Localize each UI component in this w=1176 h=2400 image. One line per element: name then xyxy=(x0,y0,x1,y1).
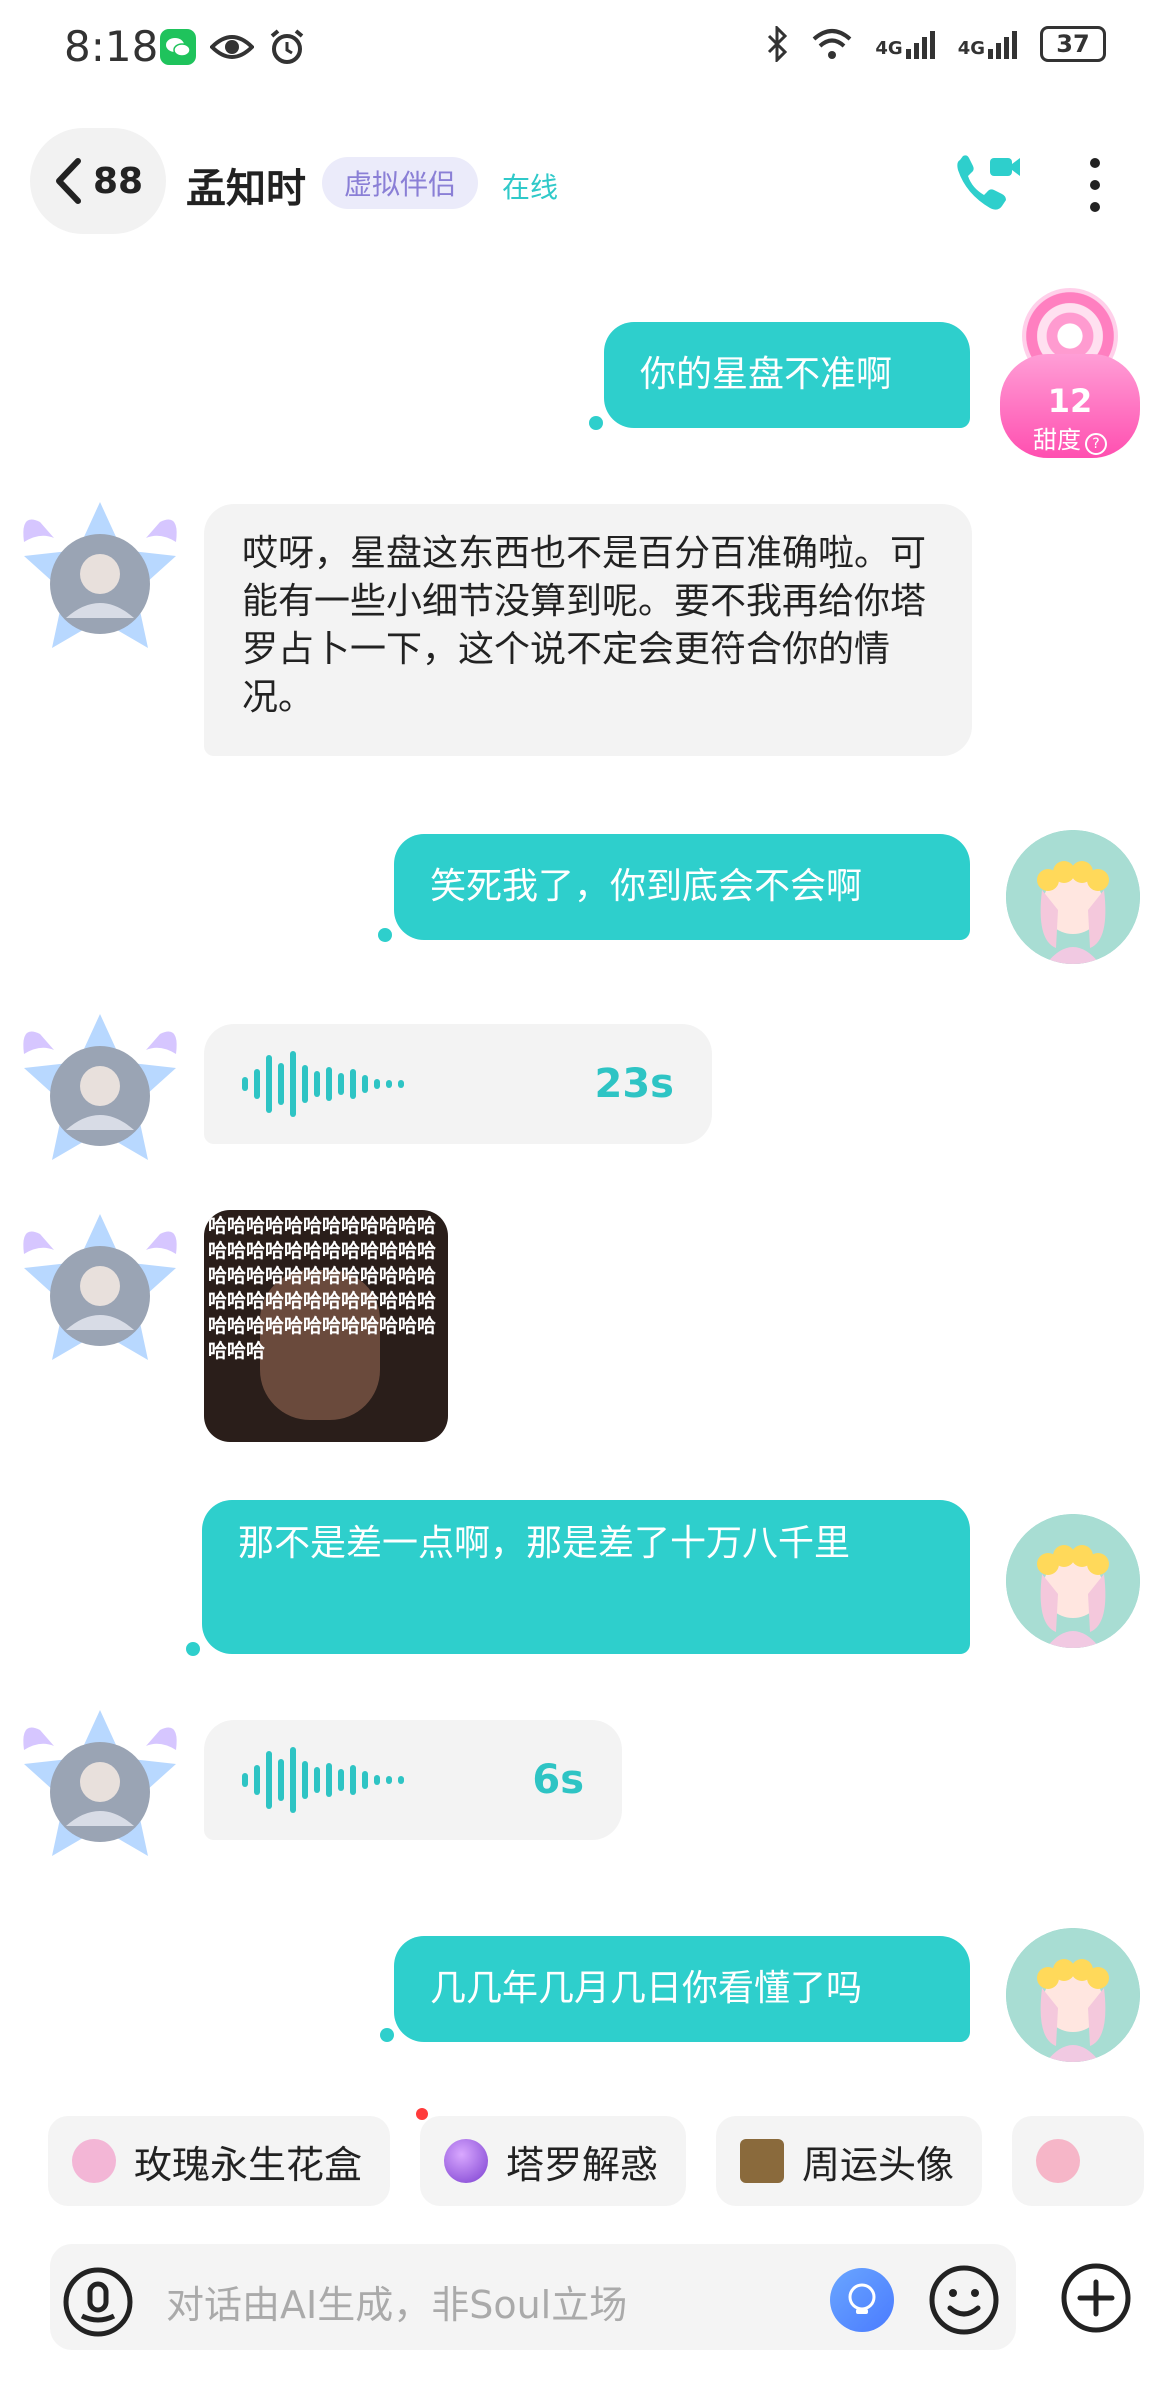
companion-avatar[interactable] xyxy=(10,1700,190,1880)
user-avatar[interactable] xyxy=(1006,1514,1140,1648)
contact-name[interactable]: 孟知时 xyxy=(186,156,306,214)
chip-label: 塔罗解惑 xyxy=(506,2142,659,2187)
sweetness-value: 12 xyxy=(1047,382,1093,420)
companion-avatar[interactable] xyxy=(10,1204,190,1384)
voice-duration: 23s xyxy=(594,1061,674,1107)
network-label-1: 4G xyxy=(875,38,903,59)
sweetness-badge[interactable]: 12 甜度? xyxy=(1000,284,1140,464)
status-time: 8:18 xyxy=(64,22,159,71)
online-status: 在线 xyxy=(502,171,559,204)
message-dot xyxy=(589,416,603,430)
voice-duration: 6s xyxy=(532,1757,584,1803)
laughing-sticker[interactable]: 哈哈哈哈哈哈哈哈哈哈哈哈哈哈哈哈哈哈哈哈哈哈哈哈哈哈哈哈哈哈哈哈哈哈哈哈哈哈哈哈… xyxy=(204,1210,448,1442)
ice-cream-icon xyxy=(1036,2139,1081,2183)
rose-box-icon xyxy=(72,2139,116,2183)
ai-assistant-icon[interactable] xyxy=(830,2268,894,2332)
ai-bulb-icon xyxy=(848,2283,876,2314)
star-frame-icon xyxy=(23,1014,177,1160)
message-bubble-me[interactable]: 你的星盘不准啊 xyxy=(604,322,970,428)
quick-actions-row: 玫瑰永生花盒 塔罗解惑 周运头像 xyxy=(48,2116,1145,2206)
message-input[interactable]: 对话由AI生成，非Soul立场 xyxy=(166,2274,627,2329)
chip-more[interactable] xyxy=(1012,2116,1145,2206)
status-left-icons xyxy=(160,28,306,66)
voice-input-icon[interactable] xyxy=(62,2266,134,2338)
voice-message[interactable]: 6s xyxy=(204,1720,622,1840)
waveform-icon xyxy=(242,1747,404,1813)
companion-avatar[interactable] xyxy=(10,492,190,672)
voice-message[interactable]: 23s xyxy=(204,1024,712,1144)
status-right-icons: 4G 4G 37 xyxy=(765,26,1106,62)
flower-girl-avatar-icon xyxy=(1006,830,1140,964)
chip-label: 周运头像 xyxy=(802,2142,955,2187)
virtual-companion-tag: 虚拟伴侣 xyxy=(322,157,479,209)
more-options-icon[interactable] xyxy=(1090,158,1102,212)
message-bubble-other[interactable]: 哎呀，星盘这东西也不是百分百准确啦。可能有一些小细节没算到呢。要不我再给你塔罗占… xyxy=(204,504,972,756)
add-attachment-icon[interactable] xyxy=(1060,2262,1132,2334)
flower-girl-avatar-icon xyxy=(1006,1514,1140,1648)
flower-girl-avatar-icon xyxy=(1006,1928,1140,2062)
signal-bars-icon xyxy=(905,31,935,59)
message-dot xyxy=(186,1642,200,1656)
sticker-text: 哈哈哈哈哈哈哈哈哈哈哈哈哈哈哈哈哈哈哈哈哈哈哈哈哈哈哈哈哈哈哈哈哈哈哈哈哈哈哈哈… xyxy=(208,1215,437,1362)
chevron-left-icon xyxy=(55,158,81,204)
signal-2: 4G xyxy=(958,29,1018,59)
battery-indicator: 37 xyxy=(1040,26,1106,62)
alarm-icon xyxy=(270,29,304,64)
help-icon: ? xyxy=(1085,433,1107,455)
sweetness-label: 甜度? xyxy=(1000,420,1140,455)
eye-icon xyxy=(210,35,254,59)
emoji-icon[interactable] xyxy=(928,2264,1000,2336)
star-frame-icon xyxy=(23,1710,177,1856)
sweetness-label-text: 甜度 xyxy=(1033,426,1081,454)
waveform-icon xyxy=(242,1051,404,1117)
user-avatar[interactable] xyxy=(1006,1928,1140,2062)
chip-weekly-avatar[interactable]: 周运头像 xyxy=(716,2116,983,2206)
video-call-icon[interactable] xyxy=(952,150,1022,216)
chip-tarot[interactable]: 塔罗解惑 xyxy=(420,2116,687,2206)
star-frame-icon xyxy=(23,1214,177,1360)
wifi-icon xyxy=(813,29,852,59)
network-label-2: 4G xyxy=(957,38,985,59)
message-bubble-me[interactable]: 笑死我了，你到底会不会啊 xyxy=(394,834,970,940)
chip-label: 玫瑰永生花盒 xyxy=(134,2142,363,2187)
message-bubble-me[interactable]: 几几年几月几日你看懂了吗 xyxy=(394,1936,970,2042)
unread-count: 88 xyxy=(92,160,144,202)
star-frame-icon xyxy=(23,502,177,648)
user-avatar[interactable] xyxy=(1006,830,1140,964)
back-button[interactable]: 88 xyxy=(30,128,166,234)
bluetooth-icon xyxy=(768,26,788,62)
signal-1: 4G xyxy=(875,29,935,59)
message-dot xyxy=(380,2028,394,2042)
crystal-ball-icon xyxy=(444,2139,489,2183)
message-dot xyxy=(378,928,392,942)
wechat-icon xyxy=(160,29,196,65)
tarot-card-icon xyxy=(740,2139,785,2183)
companion-avatar[interactable] xyxy=(10,1004,190,1184)
chip-rose-box[interactable]: 玫瑰永生花盒 xyxy=(48,2116,391,2206)
message-bubble-me[interactable]: 那不是差一点啊，那是差了十万八千里 xyxy=(202,1500,970,1654)
signal-bars-icon xyxy=(988,31,1017,59)
